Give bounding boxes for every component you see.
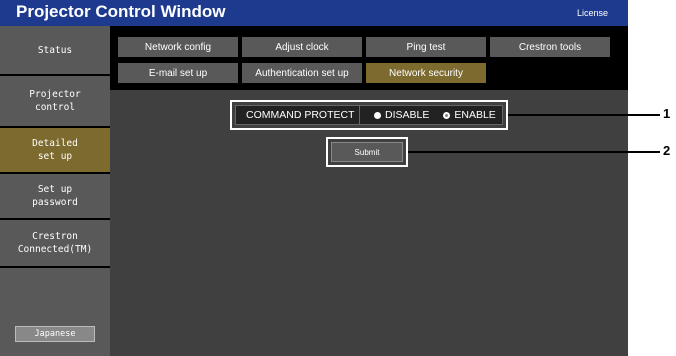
submit-highlight: Submit: [326, 137, 408, 167]
command-protect-label: COMMAND PROTECT: [236, 106, 360, 124]
tab-bar: Network config Adjust clock Ping test Cr…: [110, 26, 628, 90]
radio-checked-icon: [443, 111, 451, 119]
radio-unchecked-icon: [374, 111, 381, 119]
title-bar: Projector Control Window License: [0, 0, 628, 26]
sidebar-item-detailed-set-up[interactable]: Detailed set up: [0, 128, 110, 174]
disable-radio-label: DISABLE: [385, 109, 430, 121]
command-protect-row: COMMAND PROTECT DISABLE ENABLE: [235, 105, 503, 125]
disable-radio[interactable]: DISABLE: [374, 109, 429, 121]
tab-ping-test[interactable]: Ping test: [366, 37, 486, 57]
command-protect-box: COMMAND PROTECT DISABLE ENABLE: [230, 100, 508, 130]
window-title: Projector Control Window: [16, 2, 226, 21]
sidebar-item-projector-control[interactable]: Projector control: [0, 76, 110, 128]
callout-number-2: 2: [663, 143, 671, 158]
tab-email-set-up[interactable]: E-mail set up: [118, 63, 238, 83]
license-link[interactable]: License: [577, 8, 608, 18]
enable-radio[interactable]: ENABLE: [443, 109, 496, 121]
sidebar-item-status[interactable]: Status: [0, 26, 110, 76]
tab-authentication-set-up[interactable]: Authentication set up: [242, 63, 362, 83]
tab-crestron-tools[interactable]: Crestron tools: [490, 37, 610, 57]
tab-adjust-clock[interactable]: Adjust clock: [242, 37, 362, 57]
sidebar: Status Projector control Detailed set up…: [0, 26, 110, 356]
enable-radio-label: ENABLE: [454, 109, 496, 121]
projector-control-window: Projector Control Window License Status …: [0, 0, 628, 356]
sidebar-item-crestron-connected[interactable]: Crestron Connected(TM): [0, 220, 110, 268]
callout-line-1: [508, 114, 660, 116]
main-content: Network config Adjust clock Ping test Cr…: [110, 26, 628, 356]
japanese-button[interactable]: Japanese: [15, 326, 95, 342]
tab-network-config[interactable]: Network config: [118, 37, 238, 57]
sidebar-item-set-up-password[interactable]: Set up password: [0, 174, 110, 220]
callout-number-1: 1: [663, 106, 671, 121]
submit-button[interactable]: Submit: [331, 142, 403, 162]
tab-network-security[interactable]: Network security: [366, 63, 486, 83]
callout-line-2: [408, 151, 660, 153]
